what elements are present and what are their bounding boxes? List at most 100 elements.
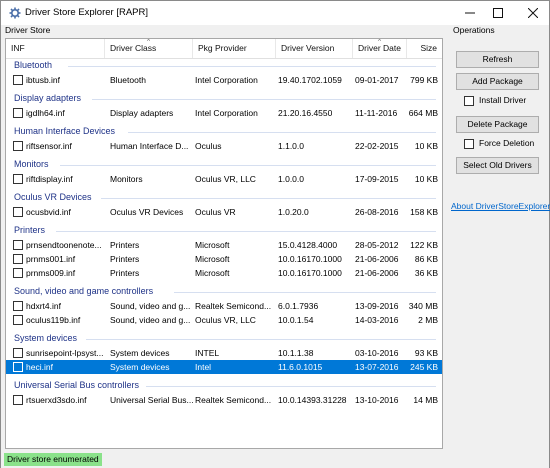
group-divider [101,198,436,199]
cell-date: 09-01-2017 [355,75,399,85]
cell-class: Printers [110,268,140,278]
group-divider [92,99,436,100]
status-text: Driver store enumerated [4,453,102,466]
column-header-inf[interactable]: INF [6,39,105,58]
cell-date: 17-09-2015 [355,174,399,184]
group-header-display-adapters[interactable]: Display adapters [6,92,442,106]
cell-provider: Oculus VR, LLC [195,315,256,325]
table-row[interactable]: ocusbvid.inf Oculus VR Devices Oculus VR… [6,205,442,219]
row-checkbox[interactable] [13,362,23,372]
table-row[interactable]: rtsuerxd3sdo.inf Universal Serial Bus...… [6,393,442,407]
cell-version: 10.0.16170.1000 [278,254,342,264]
cell-size: 93 KB [414,348,438,358]
table-row[interactable]: prnms001.inf Printers Microsoft 10.0.161… [6,252,442,266]
cell-inf: hdxrt4.inf [26,301,61,311]
table-row[interactable]: prnms009.inf Printers Microsoft 10.0.161… [6,266,442,280]
title-bar[interactable]: Driver Store Explorer [RAPR] [1,1,549,25]
row-checkbox[interactable] [13,75,23,85]
column-header-driver-version[interactable]: Driver Version [276,39,353,58]
table-row-selected[interactable]: heci.inf System devices Intel 11.6.0.101… [6,360,442,374]
driver-store-label: Driver Store [5,25,51,35]
cell-size: 799 KB [410,75,438,85]
group-header-usb-controllers[interactable]: Universal Serial Bus controllers [6,379,442,393]
group-label: Universal Serial Bus controllers [14,380,140,390]
cell-inf: riftsensor.inf [26,141,72,151]
row-checkbox[interactable] [13,141,23,151]
cell-size: 664 MB [408,108,438,118]
maximize-icon[interactable] [481,1,514,25]
row-checkbox[interactable] [13,254,23,264]
row-checkbox[interactable] [13,207,23,217]
cell-version: 10.0.1.54 [278,315,314,325]
close-icon[interactable] [516,1,549,25]
cell-inf: prnsendtoonenote... [26,240,102,250]
cell-class: Sound, video and g... [110,301,191,311]
cell-class: Monitors [110,174,143,184]
table-row[interactable]: riftsensor.inf Human Interface D... Ocul… [6,139,442,153]
column-header-driver-class[interactable]: ^ Driver Class [105,39,193,58]
column-header-pkg-provider[interactable]: Pkg Provider [193,39,276,58]
group-header-sound-video-game[interactable]: Sound, video and game controllers [6,285,442,299]
cell-size: 245 KB [410,362,438,372]
cell-inf: heci.inf [26,362,53,372]
table-row[interactable]: ibtusb.inf Bluetooth Intel Corporation 1… [6,73,442,87]
install-driver-label: Install Driver [479,95,527,105]
cell-provider: INTEL [195,348,220,358]
row-checkbox[interactable] [13,395,23,405]
table-row[interactable]: sunrisepoint-lpsyst... System devices IN… [6,346,442,360]
row-checkbox[interactable] [13,315,23,325]
cell-date: 21-06-2006 [355,268,399,278]
group-label: Sound, video and game controllers [14,286,154,296]
row-checkbox[interactable] [13,348,23,358]
select-old-drivers-button[interactable]: Select Old Drivers [456,157,539,174]
group-divider [60,165,436,166]
table-row[interactable]: oculus119b.inf Sound, video and g... Ocu… [6,313,442,327]
cell-size: 14 MB [413,395,438,405]
gear-icon [9,7,21,19]
list-header: INF ^ Driver Class Pkg Provider Driver Ve… [6,39,442,59]
cell-inf: prnms009.inf [26,268,76,278]
delete-package-button[interactable]: Delete Package [456,116,539,133]
cell-date: 21-06-2006 [355,254,399,264]
row-checkbox[interactable] [13,174,23,184]
cell-date: 13-07-2016 [355,362,399,372]
cell-provider: Microsoft [195,268,230,278]
install-driver-checkbox[interactable] [464,96,474,106]
table-row[interactable]: igdlh64.inf Display adapters Intel Corpo… [6,106,442,120]
cell-version: 11.6.0.1015 [278,362,323,372]
cell-provider: Microsoft [195,240,230,250]
cell-date: 13-09-2016 [355,301,399,311]
cell-size: 340 MB [408,301,438,311]
cell-class: System devices [110,362,170,372]
cell-version: 15.0.4128.4000 [278,240,338,250]
group-header-system-devices[interactable]: System devices [6,332,442,346]
group-divider [146,386,436,387]
row-checkbox[interactable] [13,268,23,278]
group-label: Oculus VR Devices [14,192,92,202]
cell-inf: sunrisepoint-lpsyst... [26,348,104,358]
cell-version: 10.0.16170.1000 [278,268,342,278]
group-header-monitors[interactable]: Monitors [6,158,442,172]
cell-class: Display adapters [110,108,174,118]
force-deletion-checkbox[interactable] [464,139,474,149]
add-package-button[interactable]: Add Package [456,73,539,90]
group-header-human-interface-devices[interactable]: Human Interface Devices [6,125,442,139]
table-row[interactable]: hdxrt4.inf Sound, video and g... Realtek… [6,299,442,313]
sort-up-icon: ^ [147,39,150,45]
cell-class: Printers [110,254,140,264]
row-checkbox[interactable] [13,240,23,250]
group-header-bluetooth[interactable]: Bluetooth [6,59,442,73]
about-link[interactable]: About DriverStoreExplorer [451,201,550,211]
table-row[interactable]: riftdisplay.inf Monitors Oculus VR, LLC … [6,172,442,186]
row-checkbox[interactable] [13,108,23,118]
app-window: Driver Store Explorer [RAPR] Driver Stor… [0,0,550,468]
group-header-oculus-vr-devices[interactable]: Oculus VR Devices [6,191,442,205]
column-header-size[interactable]: Size [407,39,442,58]
row-checkbox[interactable] [13,301,23,311]
group-header-printers[interactable]: Printers [6,224,442,238]
table-row[interactable]: prnsendtoonenote... Printers Microsoft 1… [6,238,442,252]
refresh-button[interactable]: Refresh [456,51,539,68]
column-header-driver-date[interactable]: ^ Driver Date [353,39,407,58]
driver-list[interactable]: INF ^ Driver Class Pkg Provider Driver Ve… [5,38,443,449]
group-label: Printers [14,225,46,235]
